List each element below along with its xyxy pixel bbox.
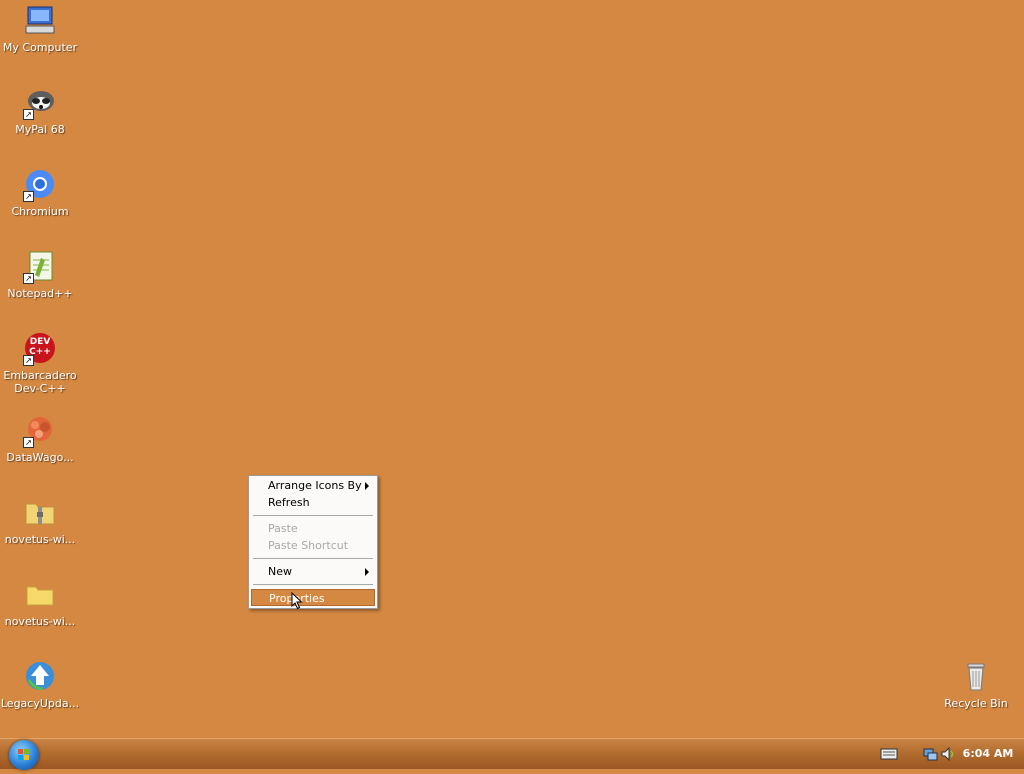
menu-item-paste-shortcut: Paste Shortcut [251,537,375,554]
zip-folder-icon [23,496,57,530]
windows-logo-icon [18,749,29,760]
submenu-arrow-icon [365,482,369,490]
volume-icon[interactable] [940,747,956,761]
menu-item-label: Refresh [268,496,310,509]
chromium-icon: ↗ [23,168,57,202]
datawagon-icon: ↗ [23,414,57,448]
menu-item-label: Paste Shortcut [268,539,349,552]
my-computer-icon [23,4,57,38]
menu-item-refresh[interactable]: Refresh [251,494,375,511]
shortcut-arrow-icon: ↗ [23,273,34,284]
notepad-plus-plus-icon: ↗ [23,250,57,284]
menu-item-arrange-icons-by[interactable]: Arrange Icons By [251,477,375,494]
taskbar: 6:04 AM [0,738,1024,770]
icon-label: MyPal 68 [15,123,65,136]
submenu-arrow-icon [365,568,369,576]
legacy-update-icon [23,660,57,694]
network-icon[interactable] [922,747,938,761]
menu-item-label: Arrange Icons By [268,479,362,492]
desktop-icon-my-computer[interactable]: My Computer [0,4,80,54]
menu-item-label: New [268,565,292,578]
shortcut-arrow-icon: ↗ [23,437,34,448]
desktop-icon-recycle-bin[interactable]: Recycle Bin [936,660,1016,710]
menu-separator [253,584,373,585]
recycle-bin-icon [959,660,993,694]
icon-label: DataWago... [6,451,74,464]
icon-label: My Computer [2,41,78,54]
menu-separator [253,515,373,516]
menu-item-label: Paste [268,522,298,535]
desktop-icon-mypal[interactable]: ↗ MyPal 68 [0,86,80,136]
dev-cpp-icon: DEV C++ ↗ [23,332,57,366]
desktop[interactable]: My Computer ↗ MyPal 68 ↗ Chromium ↗ Note… [0,0,1024,738]
desktop-icon-legacy-update[interactable]: LegacyUpda... [0,660,80,710]
icon-label: Chromium [11,205,69,218]
shortcut-arrow-icon: ↗ [23,109,34,120]
icon-label: novetus-wi... [4,533,76,546]
icon-label: novetus-wi... [4,615,76,628]
menu-item-new[interactable]: New [251,563,375,580]
shortcut-arrow-icon: ↗ [23,355,34,366]
desktop-icon-dev-cpp[interactable]: DEV C++ ↗ Embarcadero Dev-C++ [0,332,80,395]
menu-item-properties[interactable]: Properties [251,589,375,606]
desktop-context-menu: Arrange Icons By Refresh Paste Paste Sho… [248,475,378,609]
start-button[interactable] [9,740,39,770]
icon-label: Notepad++ [7,287,73,300]
desktop-icon-notepad-plus-plus[interactable]: ↗ Notepad++ [0,250,80,300]
icon-label: LegacyUpda... [0,697,80,710]
icon-label: Embarcadero Dev-C++ [3,369,77,395]
menu-item-paste: Paste [251,520,375,537]
icon-label: Recycle Bin [944,697,1008,710]
menu-separator [253,558,373,559]
taskbar-clock[interactable]: 6:04 AM [960,747,1016,760]
keyboard-icon[interactable] [880,747,898,761]
shortcut-arrow-icon: ↗ [23,191,34,202]
desktop-icon-novetus-folder[interactable]: novetus-wi... [0,578,80,628]
desktop-icon-chromium[interactable]: ↗ Chromium [0,168,80,218]
folder-icon [23,578,57,612]
mypal-icon: ↗ [23,86,57,120]
dev-cpp-badge-text: DEV C++ [29,337,51,357]
mouse-cursor-icon [291,592,303,610]
desktop-icon-datawagon[interactable]: ↗ DataWago... [0,414,80,464]
desktop-icon-novetus-zip[interactable]: novetus-wi... [0,496,80,546]
